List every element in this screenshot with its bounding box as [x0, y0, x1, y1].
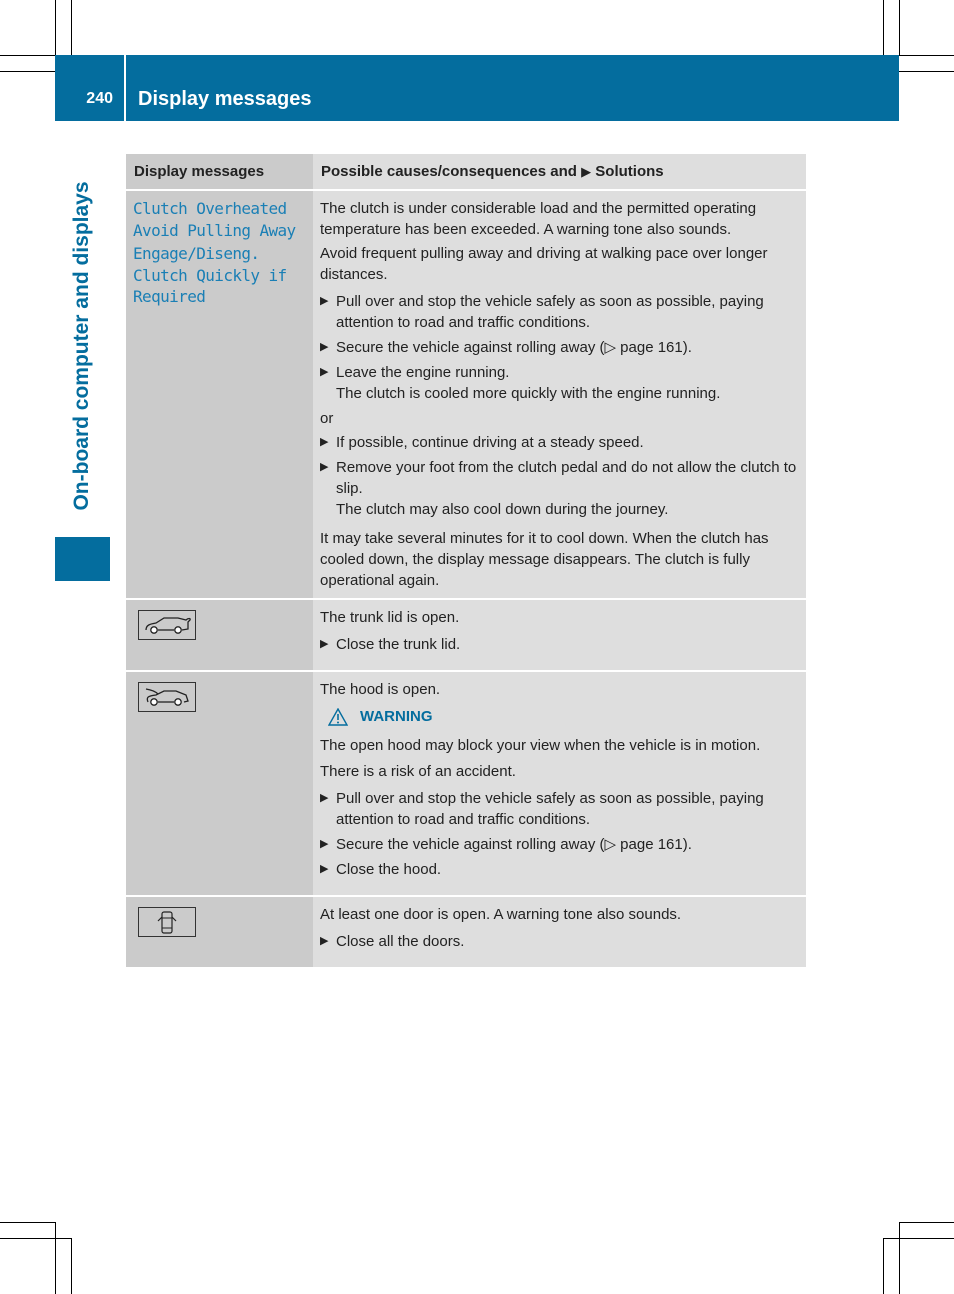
paragraph: Avoid frequent pulling away and driving …: [320, 245, 768, 283]
paragraph: The clutch is under considerable load an…: [320, 200, 757, 238]
step-text: Close the trunk lid.: [336, 636, 461, 653]
step-item: ▶ Close the hood.: [320, 859, 799, 880]
bullet-arrow-icon: ▶: [320, 792, 329, 804]
header-divider: [124, 55, 126, 121]
paragraph: The hood is open.: [320, 681, 441, 698]
step-text: Close the hood.: [336, 861, 442, 878]
chapter-side-label: On-board computer and displays: [70, 181, 93, 511]
crop-mark: [883, 0, 884, 55]
crop-mark: [899, 1222, 954, 1223]
table-row: The hood is open. WARNING The open hood …: [126, 671, 806, 897]
display-message-text: Clutch Overheated Avoid Pulling Away: [133, 199, 296, 240]
trunk-open-icon: [138, 610, 196, 640]
bullet-arrow-icon: ▶: [320, 295, 329, 307]
causes-cell: The trunk lid is open. ▶ Close the trunk …: [313, 599, 806, 672]
table-row: At least one door is open. A warning ton…: [126, 896, 806, 969]
paragraph: At least one door is open. A warning ton…: [320, 906, 682, 923]
step-text: Remove your foot from the clutch pedal a…: [336, 459, 797, 497]
causes-cell: At least one door is open. A warning ton…: [313, 896, 806, 969]
warning-text: There is a risk of an accident.: [320, 763, 516, 780]
crop-mark: [883, 1238, 884, 1294]
step-item: ▶ Close the trunk lid.: [320, 634, 799, 655]
causes-cell: The hood is open. WARNING The open hood …: [313, 671, 806, 897]
crop-mark: [71, 0, 72, 55]
step-item: ▶ Pull over and stop the vehicle safely a…: [320, 291, 799, 333]
step-text: Secure the vehicle against rolling away …: [336, 339, 692, 356]
section-title: Display messages: [138, 88, 312, 110]
bullet-arrow-icon: ▶: [320, 638, 329, 650]
crop-mark: [899, 0, 900, 55]
crop-mark: [899, 55, 954, 56]
display-message-cell: [126, 671, 313, 897]
step-text: Leave the engine running.: [336, 364, 510, 381]
step-text: Secure the vehicle against rolling away …: [336, 836, 692, 853]
bullet-arrow-icon: ▶: [320, 436, 329, 448]
crop-mark: [0, 55, 55, 56]
display-message-cell: [126, 896, 313, 969]
crop-mark: [55, 1222, 56, 1294]
bullet-arrow-icon: ▶: [320, 863, 329, 875]
table-row: Clutch Overheated Avoid Pulling Away Eng…: [126, 190, 806, 600]
step-item: ▶ Pull over and stop the vehicle safely a…: [320, 788, 799, 830]
display-messages-table: Display messages Possible causes/consequ…: [126, 154, 806, 969]
table-header-row: Display messages Possible causes/consequ…: [126, 154, 806, 191]
warning-text: The open hood may block your view when t…: [320, 737, 761, 754]
crop-mark: [71, 1238, 72, 1294]
column-header-causes-text: Possible causes/consequences and: [321, 163, 577, 180]
step-item: ▶ Secure the vehicle against rolling away…: [320, 337, 799, 358]
bullet-arrow-icon: ▶: [320, 366, 329, 378]
display-message-cell: Clutch Overheated Avoid Pulling Away Eng…: [126, 190, 313, 600]
step-item: ▶ Leave the engine running. The clutch is …: [320, 362, 799, 404]
column-header-causes: Possible causes/consequences and ▶ Solut…: [313, 154, 806, 191]
bullet-arrow-icon: ▶: [320, 461, 329, 473]
step-note: The clutch is cooled more quickly with t…: [336, 385, 721, 402]
step-item: ▶ If possible, continue driving at a stea…: [320, 432, 799, 453]
warning-heading: WARNING: [328, 706, 799, 727]
column-header-messages: Display messages: [126, 154, 313, 191]
crop-mark: [55, 0, 56, 55]
warning-label: WARNING: [360, 708, 433, 725]
warning-triangle-icon: [328, 707, 348, 726]
door-open-icon: [138, 907, 196, 937]
bullet-arrow-icon: ▶: [320, 838, 329, 850]
display-message-text: Engage/Diseng. Clutch Quickly if Require…: [133, 244, 287, 306]
crop-mark: [0, 1238, 71, 1239]
crop-mark: [899, 1222, 900, 1294]
display-message-cell: [126, 599, 313, 672]
play-arrow-icon: ▶: [581, 164, 592, 179]
hood-open-icon: [138, 682, 196, 712]
crop-mark: [0, 1222, 55, 1223]
crop-mark: [883, 1238, 954, 1239]
bullet-arrow-icon: ▶: [320, 341, 329, 353]
chapter-tab-marker: [55, 537, 110, 581]
causes-cell: The clutch is under considerable load an…: [313, 190, 806, 600]
paragraph: The trunk lid is open.: [320, 609, 460, 626]
step-note: The clutch may also cool down during the…: [336, 501, 669, 518]
paragraph: It may take several minutes for it to co…: [320, 530, 769, 589]
step-text: Pull over and stop the vehicle safely as…: [336, 293, 764, 331]
crop-mark: [899, 71, 954, 72]
page-number: 240: [55, 90, 123, 108]
bullet-arrow-icon: ▶: [320, 935, 329, 947]
step-item: ▶ Secure the vehicle against rolling away…: [320, 834, 799, 855]
step-text: Close all the doors.: [336, 933, 465, 950]
step-text: If possible, continue driving at a stead…: [336, 434, 644, 451]
step-text: Pull over and stop the vehicle safely as…: [336, 790, 764, 828]
or-label: or: [320, 410, 334, 427]
table-row: The trunk lid is open. ▶ Close the trunk …: [126, 599, 806, 672]
column-header-solutions-text: Solutions: [595, 163, 664, 180]
page-number-text: 240: [86, 90, 113, 107]
step-item: ▶ Remove your foot from the clutch pedal …: [320, 457, 799, 520]
crop-mark: [0, 71, 55, 72]
step-item: ▶ Close all the doors.: [320, 931, 799, 952]
